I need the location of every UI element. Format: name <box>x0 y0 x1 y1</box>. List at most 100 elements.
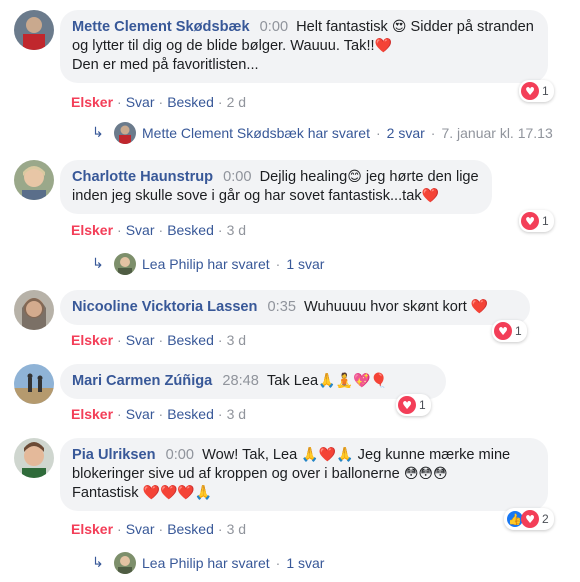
timestamp-link[interactable]: 28:48 <box>222 373 259 389</box>
separator: · <box>158 222 164 238</box>
comment-text: Wuhuuuu hvor skønt kort <box>304 299 471 315</box>
separator: · <box>117 521 122 537</box>
reply-button[interactable]: Svar <box>126 521 155 537</box>
comment-author[interactable]: Nicooline Vicktoria Lassen <box>72 299 257 315</box>
avatar[interactable] <box>14 160 54 200</box>
heart-icon: ♥ <box>521 212 539 230</box>
avatar <box>114 122 136 144</box>
comment-author[interactable]: Mari Carmen Zúñiga <box>72 373 212 389</box>
avatar <box>114 253 136 275</box>
love-reaction-button[interactable]: Elsker <box>71 521 113 537</box>
reaction-number: 1 <box>542 214 549 228</box>
comment-author[interactable]: Charlotte Haunstrup <box>72 169 213 185</box>
reply-count[interactable]: 1 svar <box>286 555 324 571</box>
separator: · <box>375 125 381 141</box>
comment-actions: Elsker · Svar · Besked · 2 d <box>71 94 246 110</box>
reaction-number: 2 <box>542 512 549 526</box>
reaction-count[interactable]: ♥ 1 <box>519 210 554 232</box>
message-button[interactable]: Besked <box>167 332 214 348</box>
reply-author[interactable]: Lea Philip har svaret <box>142 555 270 571</box>
reaction-count[interactable]: 👍 ♥ 2 <box>504 508 554 530</box>
reply-summary[interactable]: ↳ Lea Philip har svaret · 1 svar <box>92 552 324 574</box>
comment-bubble: Mette Clement Skødsbæk 0:00 Helt fantast… <box>60 10 548 83</box>
reaction-count[interactable]: ♥ 1 <box>396 394 431 416</box>
separator: · <box>275 256 281 272</box>
message-button[interactable]: Besked <box>167 222 214 238</box>
reply-count[interactable]: 2 svar <box>387 125 425 141</box>
comment-age[interactable]: 3 d <box>227 332 246 348</box>
comment-author[interactable]: Mette Clement Skødsbæk <box>72 19 250 35</box>
separator: · <box>217 222 223 238</box>
reply-date: 7. januar kl. 17.13 <box>441 125 553 141</box>
separator: · <box>117 406 122 422</box>
timestamp-link[interactable]: 0:35 <box>268 299 296 315</box>
timestamp-link[interactable]: 0:00 <box>260 19 288 35</box>
emoji: 🙏🧘💖🎈 <box>318 373 388 389</box>
reply-button[interactable]: Svar <box>126 94 155 110</box>
comment-bubble: Charlotte Haunstrup 0:00 Dejlig healing😊… <box>60 160 492 214</box>
message-button[interactable]: Besked <box>167 521 214 537</box>
avatar <box>114 552 136 574</box>
separator: · <box>217 521 223 537</box>
avatar[interactable] <box>14 438 54 478</box>
reaction-count[interactable]: ♥ 1 <box>519 80 554 102</box>
reaction-number: 1 <box>419 398 426 412</box>
emoji: ❤️ <box>421 188 440 204</box>
comment-text: Dejlig healing <box>259 169 348 185</box>
comment-bubble: Mari Carmen Zúñiga 28:48 Tak Lea🙏🧘💖🎈 <box>60 364 446 399</box>
separator: · <box>117 332 122 348</box>
timestamp-link[interactable]: 0:00 <box>223 169 251 185</box>
separator: · <box>117 94 122 110</box>
separator: · <box>158 332 164 348</box>
love-reaction-button[interactable]: Elsker <box>71 332 113 348</box>
emoji: 😍 <box>391 19 407 35</box>
comment-age[interactable]: 3 d <box>227 222 246 238</box>
emoji: 😊 <box>347 169 362 185</box>
avatar[interactable] <box>14 10 54 50</box>
love-reaction-button[interactable]: Elsker <box>71 94 113 110</box>
reply-author[interactable]: Mette Clement Skødsbæk har svaret <box>142 125 370 141</box>
heart-icon: ♥ <box>521 510 539 528</box>
reaction-number: 1 <box>542 84 549 98</box>
reply-count[interactable]: 1 svar <box>286 256 324 272</box>
separator: · <box>117 222 122 238</box>
reply-button[interactable]: Svar <box>126 332 155 348</box>
emoji: 😳😳😳 <box>403 466 448 482</box>
message-button[interactable]: Besked <box>167 94 214 110</box>
separator: · <box>158 94 164 110</box>
timestamp-link[interactable]: 0:00 <box>166 447 194 463</box>
reply-button[interactable]: Svar <box>126 222 155 238</box>
separator: · <box>217 332 223 348</box>
comment-actions: Elsker · Svar · Besked · 3 d <box>71 332 246 348</box>
emoji: ❤️ <box>374 38 393 54</box>
separator: · <box>217 94 223 110</box>
avatar[interactable] <box>14 290 54 330</box>
separator: · <box>217 406 223 422</box>
reply-summary[interactable]: ↳ Mette Clement Skødsbæk har svaret · 2 … <box>92 122 553 144</box>
reply-arrow-icon: ↳ <box>92 125 104 141</box>
comment-actions: Elsker · Svar · Besked · 3 d <box>71 521 246 537</box>
comment-author[interactable]: Pia Ulriksen <box>72 447 156 463</box>
comment-actions: Elsker · Svar · Besked · 3 d <box>71 222 246 238</box>
reply-button[interactable]: Svar <box>126 406 155 422</box>
comment-bubble: Pia Ulriksen 0:00 Wow! Tak, Lea 🙏❤️🙏 Jeg… <box>60 438 548 511</box>
reply-author[interactable]: Lea Philip har svaret <box>142 256 270 272</box>
comment-actions: Elsker · Svar · Besked · 3 d <box>71 406 246 422</box>
comment-age[interactable]: 2 d <box>227 94 246 110</box>
reply-summary[interactable]: ↳ Lea Philip har svaret · 1 svar <box>92 253 324 275</box>
comment-age[interactable]: 3 d <box>227 406 246 422</box>
reaction-count[interactable]: ♥ 1 <box>492 320 527 342</box>
separator: · <box>275 555 281 571</box>
love-reaction-button[interactable]: Elsker <box>71 222 113 238</box>
reply-arrow-icon: ↳ <box>92 256 104 272</box>
comment-age[interactable]: 3 d <box>227 521 246 537</box>
separator: · <box>430 125 436 141</box>
message-button[interactable]: Besked <box>167 406 214 422</box>
love-reaction-button[interactable]: Elsker <box>71 406 113 422</box>
separator: · <box>158 521 164 537</box>
comment-text: Tak Lea <box>266 373 319 389</box>
avatar[interactable] <box>14 364 54 404</box>
comment-text: Den er med på favoritlisten... <box>72 57 259 73</box>
reply-arrow-icon: ↳ <box>92 555 104 571</box>
heart-icon: ♥ <box>494 322 512 340</box>
